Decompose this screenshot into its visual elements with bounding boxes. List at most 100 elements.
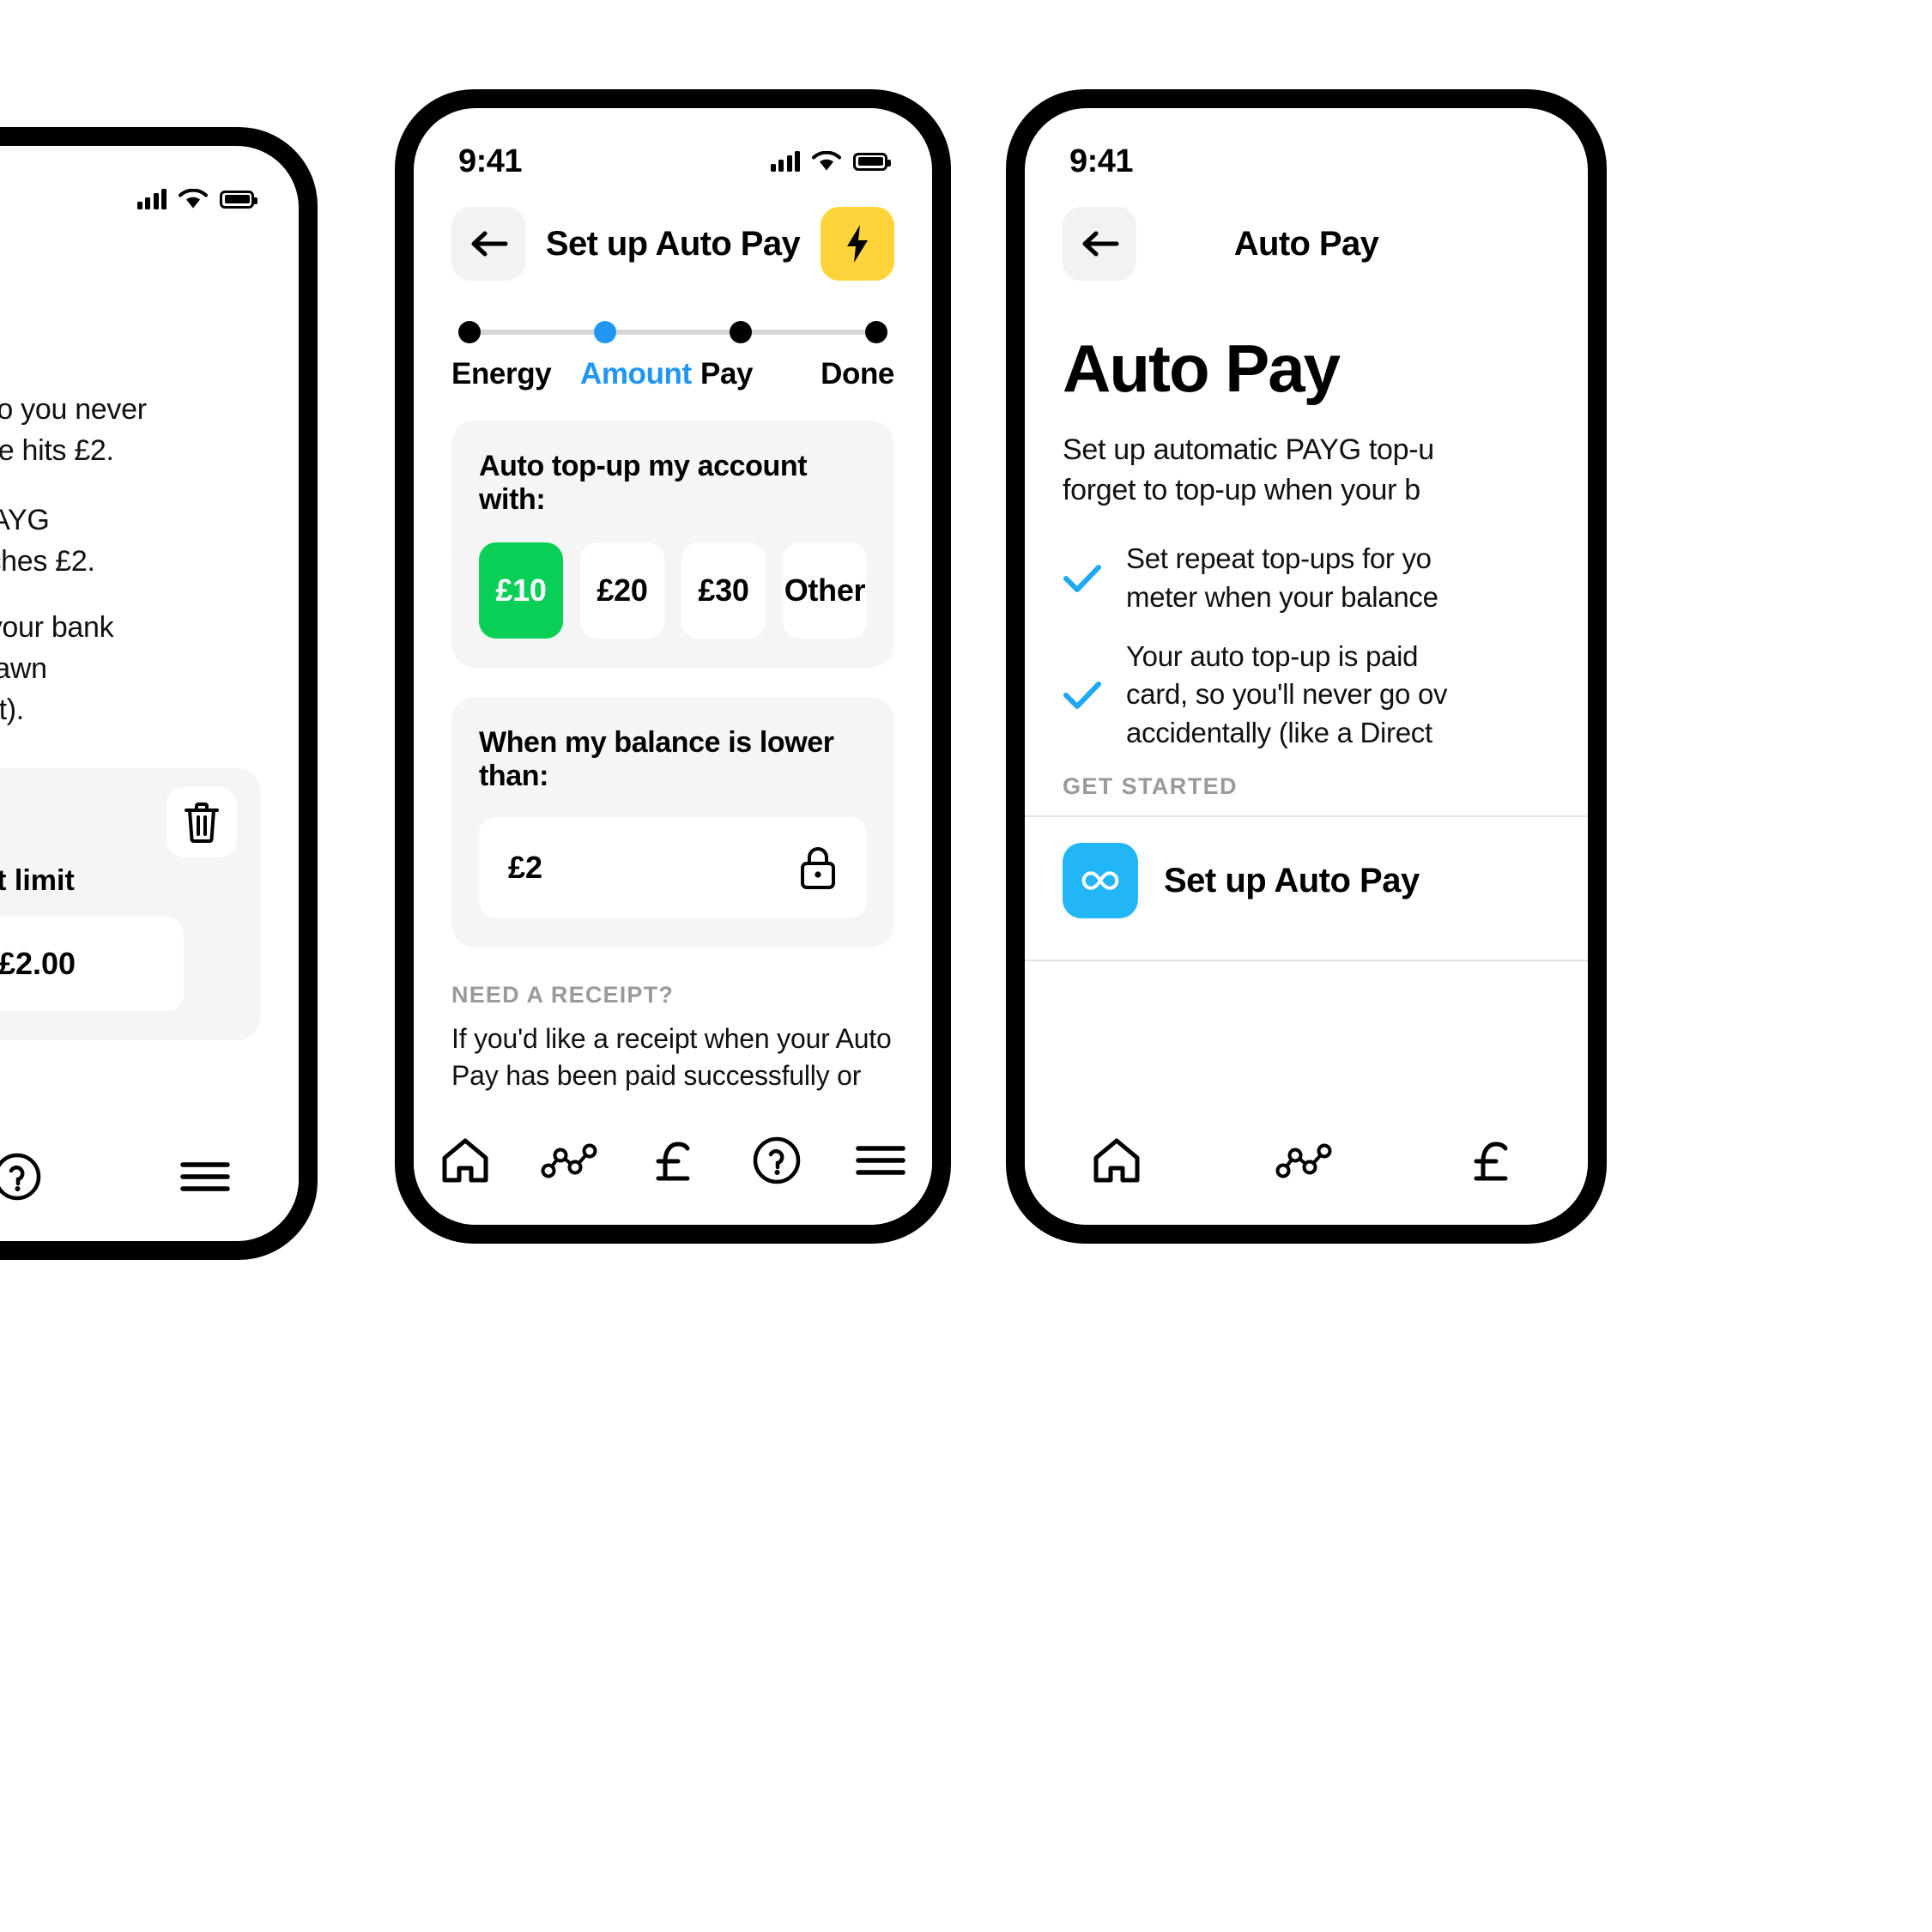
tab-home-right[interactable] — [1069, 1113, 1164, 1208]
tab-menu-middle[interactable] — [833, 1113, 928, 1208]
threshold-input[interactable]: £2 — [479, 817, 867, 918]
left-paragraph-3: p-up is paid with your bank ll never go … — [0, 611, 114, 726]
wifi-icon — [179, 188, 208, 210]
status-bar-middle: 9:41 — [414, 108, 932, 182]
lock-icon — [798, 845, 838, 891]
status-icons-left — [136, 188, 257, 210]
topup-amount-card: Auto top-up my account with: £10 £20 £30… — [451, 421, 894, 668]
list-item-set-up-auto-pay[interactable]: Set up Auto Pay — [1063, 817, 1550, 944]
check-icon — [1063, 680, 1102, 711]
screenshot-canvas: Auto Pay c PAYG top-ups so you never whe… — [0, 0, 1932, 1932]
get-started-eyebrow: GET STARTED — [1063, 773, 1238, 800]
nav-bar-right: Auto Pay — [1025, 182, 1588, 285]
back-button[interactable] — [451, 207, 525, 281]
wifi-icon — [812, 150, 841, 173]
amount-option-30[interactable]: £30 — [681, 542, 766, 639]
topup-amount-options: £10 £20 £30 Other — [479, 542, 867, 639]
back-arrow-icon — [1082, 231, 1119, 257]
balance-threshold-card: When my balance is lower than: £2 — [451, 697, 894, 948]
credit-limit-value[interactable]: £2.00 — [0, 917, 184, 1012]
status-time-middle: 9:41 — [458, 142, 523, 179]
phone-right: 9:41 Auto Pay Auto Pay Set up automatic … — [1006, 89, 1607, 1244]
check-icon — [1063, 563, 1102, 594]
pound-icon — [1474, 1142, 1508, 1181]
step-line-3 — [752, 330, 865, 335]
tab-bar-left — [0, 1112, 299, 1241]
receipt-eyebrow: NEED A RECEIPT? — [451, 982, 675, 1008]
tab-menu-left[interactable] — [158, 1130, 252, 1224]
signal-icon — [770, 151, 800, 172]
threshold-value: £2 — [508, 850, 543, 885]
bolt-icon — [847, 225, 868, 263]
step-label-energy[interactable]: Energy — [451, 357, 580, 391]
status-bar-left — [0, 146, 299, 220]
benefit-item: Set repeat top-ups for yo meter when you… — [1063, 540, 1550, 617]
stepper-track — [451, 321, 894, 343]
left-paragraph-1: c PAYG top-ups so you never when your ba… — [0, 393, 147, 467]
step-dot-done[interactable] — [865, 321, 887, 343]
home-icon — [442, 1138, 488, 1183]
step-dot-amount[interactable] — [594, 321, 616, 343]
battery-icon — [853, 152, 891, 171]
tab-usage-right[interactable] — [1257, 1113, 1351, 1208]
pound-icon — [656, 1142, 690, 1181]
usage-chart-icon — [541, 1143, 597, 1178]
phone-left: Auto Pay c PAYG top-ups so you never whe… — [0, 127, 318, 1260]
back-button[interactable] — [1063, 207, 1136, 281]
intro-text-right: Set up automatic PAYG top-u forget to to… — [1063, 433, 1434, 506]
home-icon — [1093, 1138, 1140, 1183]
list-divider-bottom — [1025, 960, 1588, 962]
signal-icon — [136, 189, 167, 209]
amount-option-10[interactable]: £10 — [479, 542, 563, 639]
step-label-pay[interactable]: Pay — [700, 357, 821, 391]
usage-chart-icon — [1275, 1143, 1332, 1178]
phone-middle: 9:41 Set up Auto Pay Energy Amount Pay D… — [395, 89, 951, 1244]
phone-right-screen: 9:41 Auto Pay Auto Pay Set up automatic … — [1025, 108, 1588, 1225]
tab-pound-right[interactable] — [1444, 1113, 1538, 1208]
help-icon — [753, 1136, 801, 1184]
menu-icon — [855, 1146, 905, 1175]
list-item-label: Set up Auto Pay — [1164, 861, 1420, 899]
page-heading-right: Auto Pay — [1063, 330, 1341, 406]
left-paragraph-2: op-ups for your PAYG your balance reache… — [0, 504, 95, 578]
delete-button[interactable] — [167, 787, 237, 858]
credit-limit-inputs: £2.00 — [0, 917, 235, 1012]
step-line-1 — [481, 330, 594, 335]
trash-icon — [185, 802, 219, 844]
benefit-item: Your auto top-up is paid card, so you'll… — [1063, 638, 1550, 754]
nav-bar-middle: Set up Auto Pay — [414, 182, 932, 285]
amount-option-other[interactable]: Other — [783, 542, 867, 639]
step-dot-energy[interactable] — [458, 321, 481, 343]
benefit-text: Set repeat top-ups for yo meter when you… — [1126, 542, 1438, 613]
tab-usage-middle[interactable] — [522, 1113, 616, 1208]
boost-button[interactable] — [821, 207, 894, 281]
credit-limit-label: Credit limit — [0, 864, 75, 898]
status-time-right: 9:41 — [1069, 142, 1134, 179]
amount-option-20[interactable]: £20 — [580, 542, 664, 639]
phone-middle-screen: 9:41 Set up Auto Pay Energy Amount Pay D… — [414, 108, 932, 1225]
step-label-amount[interactable]: Amount — [580, 357, 700, 391]
infinity-icon — [1063, 843, 1138, 919]
help-icon — [0, 1153, 41, 1201]
battery-icon — [1509, 153, 1543, 171]
tab-home-middle[interactable] — [418, 1113, 512, 1208]
setup-stepper: Energy Amount Pay Done — [414, 285, 932, 391]
back-arrow-icon — [471, 231, 508, 257]
status-icons-middle — [770, 150, 891, 173]
step-label-done[interactable]: Done — [821, 357, 894, 391]
step-dot-pay[interactable] — [730, 321, 752, 343]
stepper-labels: Energy Amount Pay Done — [451, 357, 894, 391]
battery-icon — [220, 190, 257, 209]
menu-icon — [179, 1162, 230, 1191]
threshold-card-title: When my balance is lower than: — [479, 726, 834, 792]
tab-help-middle[interactable] — [730, 1113, 824, 1208]
tab-bar-right — [1025, 1096, 1588, 1225]
benefits-list: Set repeat top-ups for yo meter when you… — [1063, 540, 1550, 753]
tab-help-left[interactable] — [0, 1130, 64, 1224]
tab-pound-middle[interactable] — [626, 1113, 720, 1208]
phone-left-screen: Auto Pay c PAYG top-ups so you never whe… — [0, 146, 299, 1241]
benefit-text: Your auto top-up is paid card, so you'll… — [1126, 639, 1448, 749]
step-line-2 — [616, 330, 730, 335]
signal-icon — [1468, 151, 1498, 172]
credit-limit-card: Credit limit £2.00 — [0, 768, 261, 1041]
